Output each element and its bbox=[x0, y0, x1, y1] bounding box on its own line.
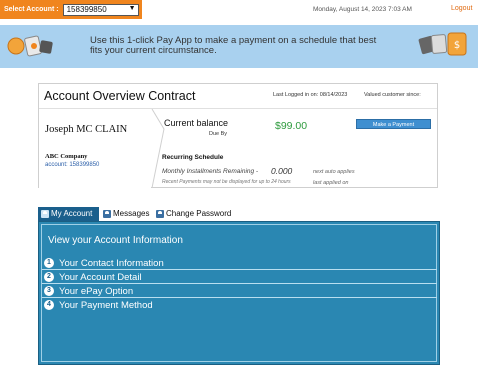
account-number: account: 158399850 bbox=[45, 162, 100, 168]
make-payment-button[interactable]: Make a Payment bbox=[356, 119, 431, 129]
tab-label: My Account bbox=[51, 209, 93, 218]
cards-icon: $ bbox=[418, 32, 467, 56]
current-balance-label: Current balance bbox=[164, 118, 229, 128]
installments-label: Monthly Installments Remaining - bbox=[162, 168, 259, 175]
balance-amount: $99.00 bbox=[275, 120, 308, 132]
info-item-label: Your Payment Method bbox=[59, 300, 153, 311]
banner-text: Use this 1-click Pay App to make a payme… bbox=[90, 35, 377, 56]
tab-label: Messages bbox=[113, 209, 150, 218]
user-icon bbox=[156, 210, 164, 218]
current-datetime: Monday, August 14, 2023 7:03 AM bbox=[313, 6, 412, 13]
tab-change-password[interactable]: Change Password bbox=[153, 207, 237, 221]
card-header: Account Overview Contract Last Logged in… bbox=[39, 84, 437, 109]
recurring-schedule-title: Recurring Schedule bbox=[162, 154, 224, 161]
step-number: 2 bbox=[44, 272, 54, 282]
info-item-label: Your ePay Option bbox=[59, 286, 134, 297]
page-title: Account Overview Contract bbox=[44, 89, 196, 103]
top-bar: Select Account : 158399850 ▼ Monday, Aug… bbox=[0, 0, 478, 20]
last-applied: last applied on bbox=[313, 180, 349, 186]
company-name: ABC Company bbox=[45, 153, 88, 160]
due-by-label: Due By bbox=[209, 131, 228, 137]
info-item-epay-option[interactable]: 3 Your ePay Option bbox=[42, 285, 437, 298]
user-icon bbox=[41, 210, 49, 218]
account-select-value: 158399850 bbox=[66, 4, 107, 14]
customer-name: Joseph MC CLAIN bbox=[45, 124, 128, 135]
logout-link[interactable]: Logout bbox=[451, 5, 472, 12]
info-item-account-detail[interactable]: 2 Your Account Detail bbox=[42, 271, 437, 284]
account-overview-card: Account Overview Contract Last Logged in… bbox=[38, 83, 438, 188]
tab-label: Change Password bbox=[166, 209, 232, 218]
chevron-divider bbox=[151, 109, 165, 188]
chevron-down-icon: ▼ bbox=[128, 4, 136, 12]
last-login-text: Last Logged in on: 08/14/2023 bbox=[273, 92, 348, 98]
user-icon bbox=[103, 210, 111, 218]
account-select-dropdown[interactable]: 158399850 ▼ bbox=[62, 3, 139, 16]
panel-inner: View your Account Information 1 Your Con… bbox=[41, 224, 437, 362]
account-info-panel: View your Account Information 1 Your Con… bbox=[38, 221, 440, 365]
valued-customer-text: Valued customer since: bbox=[364, 92, 421, 98]
next-auto-applies: next auto applies bbox=[313, 169, 355, 175]
step-number: 1 bbox=[44, 258, 54, 268]
customer-panel: Joseph MC CLAIN ABC Company account: 158… bbox=[39, 109, 151, 188]
info-item-label: Your Contact Information bbox=[59, 258, 164, 269]
tab-my-account[interactable]: My Account bbox=[38, 207, 99, 221]
account-select-label: Select Account : bbox=[4, 6, 59, 13]
info-item-payment-method[interactable]: 4 Your Payment Method bbox=[42, 299, 437, 312]
panel-title: View your Account Information bbox=[48, 235, 183, 246]
recent-payments-note: Recent Payments may not be displayed for… bbox=[162, 179, 291, 185]
svg-text:$: $ bbox=[454, 40, 460, 51]
step-number: 4 bbox=[44, 300, 54, 310]
installments-count: 0.000 bbox=[271, 166, 293, 176]
info-item-label: Your Account Detail bbox=[59, 272, 142, 283]
promo-banner: Use this 1-click Pay App to make a payme… bbox=[0, 25, 478, 68]
tab-messages[interactable]: Messages bbox=[100, 207, 152, 221]
step-number: 3 bbox=[44, 286, 54, 296]
account-selector: Select Account : 158399850 ▼ bbox=[0, 0, 142, 19]
coins-icon bbox=[7, 35, 53, 57]
info-item-contact[interactable]: 1 Your Contact Information bbox=[42, 257, 437, 270]
